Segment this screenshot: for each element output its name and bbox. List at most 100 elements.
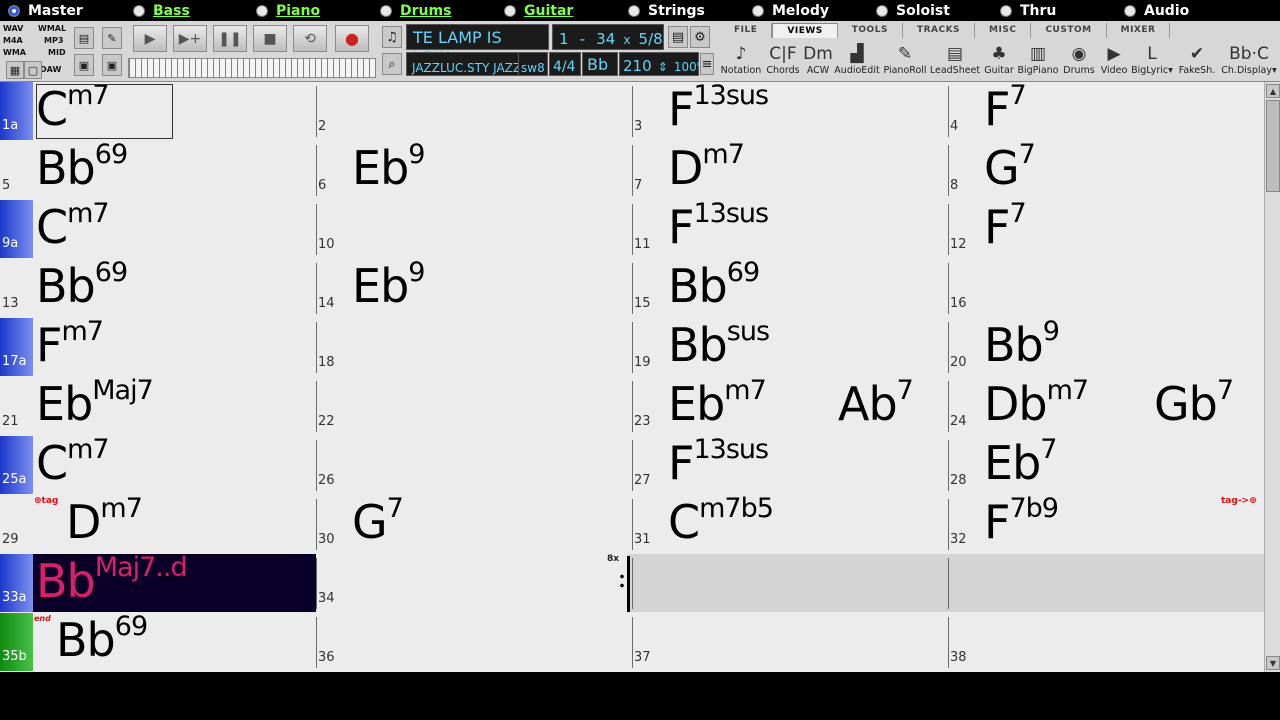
tempo-menu-icon[interactable]: ≡ — [700, 53, 714, 75]
view-fakesh-button[interactable]: ✔ FakeSh. — [1174, 39, 1220, 79]
chord-symbol[interactable]: F7 — [984, 80, 1027, 141]
song-menu-icon[interactable]: ♫ — [382, 26, 402, 48]
track-guitar[interactable]: Guitar — [504, 0, 573, 21]
chord-symbol[interactable]: Bb69 — [36, 257, 128, 318]
format-mp3[interactable]: MP3 — [44, 36, 63, 45]
loop-range-display[interactable]: 1 - 34 x 5/8 — [552, 24, 664, 50]
bar-cell[interactable]: 9a Cm7 — [0, 198, 317, 259]
bar-cell[interactable]: 14 Eb9 — [316, 257, 633, 318]
notepad-icon[interactable]: ▤ — [668, 26, 688, 48]
chord-symbol[interactable]: G7 — [352, 493, 404, 554]
play-button[interactable]: ▶ — [133, 25, 167, 52]
chord-symbol[interactable]: Dbm7 — [984, 375, 1089, 436]
track-radio-icon[interactable] — [380, 4, 392, 17]
bar-cell[interactable]: 11 F13sus — [632, 198, 949, 259]
tab-file[interactable]: FILE — [720, 23, 773, 38]
bar-cell[interactable]: 6 Eb9 — [316, 139, 633, 200]
chord-symbol[interactable]: Eb7 — [984, 434, 1057, 495]
song-position-timeline[interactable] — [128, 58, 376, 78]
track-radio-icon[interactable] — [628, 4, 640, 17]
bar-cell[interactable]: 20 Bb9 — [948, 316, 1264, 377]
chord-symbol[interactable]: Bb9 — [984, 316, 1060, 377]
bar-cell[interactable]: 25a Cm7 — [0, 434, 317, 495]
tempo-spinner-icon[interactable]: ⇕ — [658, 60, 668, 74]
bar-cell[interactable]: 31 Cm7b5 — [632, 493, 949, 554]
bar-cell[interactable]: 28 Eb7 — [948, 434, 1264, 495]
tab-tracks[interactable]: TRACKS — [903, 23, 976, 38]
track-melody[interactable]: Melody — [752, 0, 829, 21]
bar-cell[interactable]: 1a Cm7 — [0, 80, 317, 141]
tab-views[interactable]: VIEWS — [772, 23, 838, 38]
track-bass[interactable]: Bass — [133, 0, 190, 21]
chord-sheet[interactable]: 1a Cm7 2 3 F13sus 4 F7 5 Bb69 6 Eb9 7 Dm7 8 G7 9a Cm7 10 1… — [0, 80, 1264, 672]
bar-cell[interactable]: 37 — [632, 613, 949, 672]
chord-symbol[interactable]: Eb9 — [352, 139, 425, 200]
track-radio-icon[interactable] — [752, 4, 764, 17]
loop-button[interactable]: ⟲ — [293, 25, 327, 52]
chord-symbol[interactable]: F13sus — [668, 198, 769, 259]
bar-cell[interactable]: 35b Bb69 end — [0, 611, 317, 672]
chord-symbol[interactable]: Fm7 — [36, 316, 104, 377]
bar-cell[interactable]: 17a Fm7 — [0, 316, 317, 377]
bar-cell[interactable]: 13 Bb69 — [0, 257, 317, 318]
format-daw[interactable]: DAW — [40, 65, 61, 74]
track-radio-icon[interactable] — [876, 4, 888, 17]
bar-cell[interactable]: 7 Dm7 — [632, 139, 949, 200]
track-soloist[interactable]: Soloist — [876, 0, 950, 21]
chord-symbol[interactable]: Cm7 — [36, 434, 110, 495]
box-icon[interactable]: ▢ — [24, 61, 42, 79]
chord-symbol[interactable]: Ebm7 — [668, 375, 767, 436]
part-marker[interactable]: 1a — [0, 82, 33, 140]
bar-cell[interactable] — [632, 554, 949, 613]
scroll-up-icon[interactable]: ▲ — [1266, 84, 1280, 98]
chord-symbol[interactable]: Bb69 — [668, 257, 760, 318]
bar-cell[interactable]: 36 — [316, 613, 633, 672]
view-chdisplay-button[interactable]: Bb·C Ch.Display▾ — [1220, 39, 1278, 79]
track-master[interactable]: Master — [8, 0, 83, 21]
view-video-button[interactable]: ▶ Video — [1098, 39, 1130, 79]
format-wmal[interactable]: WMAL — [38, 24, 66, 33]
view-drums-button[interactable]: ◉ Drums — [1060, 39, 1098, 79]
tab-tools[interactable]: TOOLS — [838, 23, 903, 38]
view-chords-button[interactable]: C|F Chords — [762, 39, 804, 79]
chord-symbol[interactable]: Bb69 — [36, 139, 128, 200]
chord-symbol[interactable]: F13sus — [668, 80, 769, 141]
chord-symbol[interactable]: Gb7 — [1154, 375, 1234, 436]
chord-symbol[interactable]: Cm7b5 — [668, 493, 774, 554]
part-marker[interactable]: 25a — [0, 436, 33, 494]
view-pianoroll-button[interactable]: ✎ PianoRoll — [882, 39, 928, 79]
bar-cell[interactable]: 34 — [316, 554, 633, 613]
edit-song-icon[interactable]: ✎ — [102, 27, 122, 49]
track-radio-icon[interactable] — [1124, 4, 1136, 17]
tab-misc[interactable]: MISC — [975, 23, 1032, 38]
view-biglyric-button[interactable]: L BigLyric▾ — [1130, 39, 1174, 79]
style-search-icon[interactable]: ⌕ — [382, 53, 402, 75]
chord-symbol[interactable]: Bbsus — [668, 316, 770, 377]
format-wav[interactable]: WAV — [3, 24, 23, 33]
bar-cell[interactable]: 8 G7 — [948, 139, 1264, 200]
view-notation-button[interactable]: ♪ Notation — [720, 39, 762, 79]
track-thru[interactable]: Thru — [1000, 0, 1056, 21]
tempo-display[interactable]: 210 ⇕ 100% — [619, 52, 708, 76]
bar-cell[interactable]: 24 Dbm7 Gb7 — [948, 375, 1264, 436]
bar-cell[interactable]: 16 — [948, 259, 1264, 318]
bar-cell[interactable] — [948, 554, 1264, 613]
track-radio-icon[interactable] — [133, 4, 145, 17]
track-audio[interactable]: Audio — [1124, 0, 1189, 21]
format-wma[interactable]: WMA — [3, 48, 26, 57]
settings-gear-icon[interactable]: ⚙ — [690, 26, 710, 48]
chord-symbol[interactable]: G7 — [984, 139, 1036, 200]
bar-cell[interactable]: 18 — [316, 318, 633, 377]
chord-sheet-scrollbar[interactable]: ▲ ▼ — [1264, 82, 1280, 672]
bar-cell[interactable]: 29 Dm7 ⊕tag — [0, 493, 317, 554]
bar-cell[interactable]: 19 Bbsus — [632, 316, 949, 377]
view-bigpiano-button[interactable]: ▥ BigPiano — [1016, 39, 1060, 79]
track-piano[interactable]: Piano — [256, 0, 320, 21]
save-as-icon[interactable]: ▣ — [102, 54, 122, 76]
track-radio-icon[interactable] — [256, 4, 268, 17]
view-guitar-button[interactable]: ♣ Guitar — [982, 39, 1016, 79]
bar-cell[interactable]: 38 — [948, 613, 1264, 672]
bar-cell[interactable]: 32 F7b9 tag->⊕ — [948, 493, 1264, 554]
scroll-down-icon[interactable]: ▼ — [1266, 656, 1280, 670]
chord-symbol[interactable]: Bb69 — [56, 611, 148, 672]
